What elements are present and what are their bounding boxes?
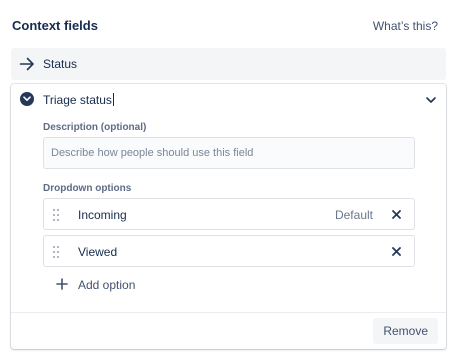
description-label: Description (optional) bbox=[43, 122, 147, 133]
dropdown-option-row: Incoming Default bbox=[43, 198, 415, 230]
field-name-text: Triage status bbox=[43, 93, 112, 107]
default-option-button[interactable]: Default bbox=[335, 208, 373, 222]
close-icon[interactable] bbox=[391, 209, 402, 220]
panel-footer: Remove bbox=[11, 312, 446, 349]
dropdown-options-label: Dropdown options bbox=[43, 183, 132, 194]
drag-handle-icon[interactable] bbox=[53, 209, 59, 221]
field-name-input[interactable]: Triage status bbox=[43, 93, 114, 107]
status-field-row[interactable]: Status bbox=[11, 48, 446, 80]
add-option-label: Add option bbox=[78, 278, 136, 292]
remove-button[interactable]: Remove bbox=[373, 318, 438, 344]
close-icon[interactable] bbox=[391, 246, 402, 257]
triage-status-panel: Triage status Description (optional) Dro… bbox=[11, 84, 446, 349]
drag-handle-icon[interactable] bbox=[53, 246, 59, 258]
option-label: Incoming bbox=[78, 208, 127, 222]
plus-icon bbox=[56, 278, 68, 290]
description-input[interactable] bbox=[43, 137, 415, 169]
dropdown-option-row: Viewed bbox=[43, 235, 415, 267]
collapse-toggle-icon[interactable] bbox=[20, 92, 34, 106]
whats-this-link[interactable]: What’s this? bbox=[373, 19, 438, 33]
text-cursor bbox=[112, 93, 114, 106]
status-field-label: Status bbox=[43, 57, 78, 71]
section-title: Context fields bbox=[12, 18, 98, 33]
option-label: Viewed bbox=[78, 245, 118, 259]
chevron-down-icon bbox=[23, 96, 31, 101]
arrow-right-icon bbox=[19, 57, 34, 71]
chevron-down-icon[interactable] bbox=[424, 93, 438, 107]
context-fields-header: Context fields What’s this? bbox=[12, 18, 438, 36]
